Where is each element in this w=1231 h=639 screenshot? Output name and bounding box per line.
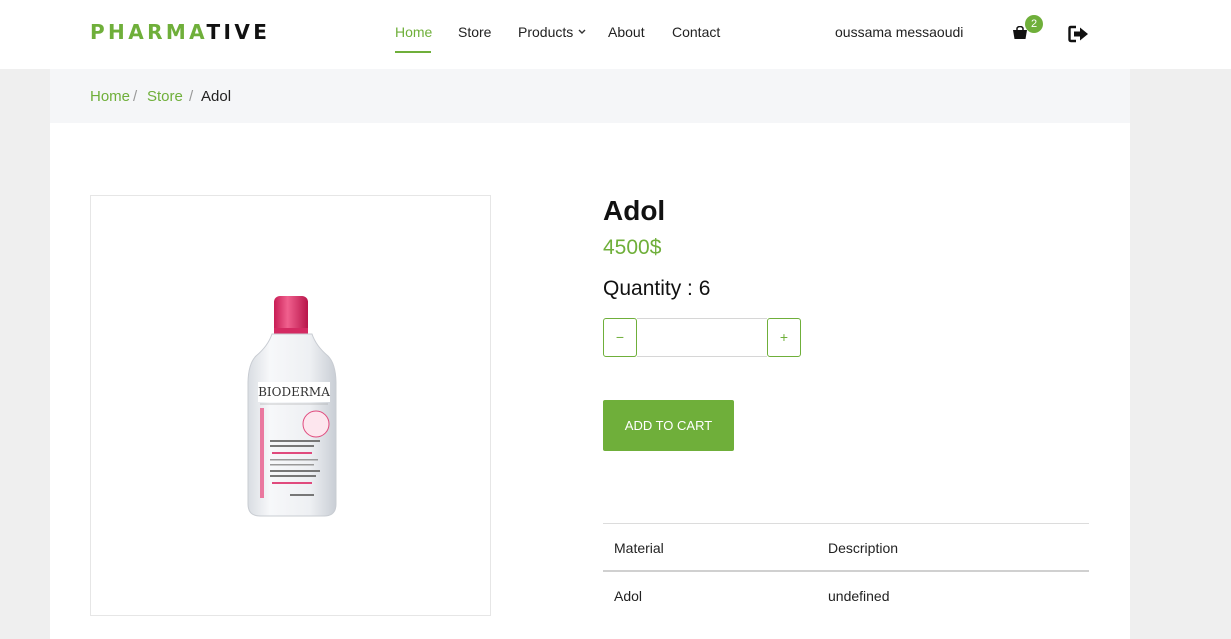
breadcrumb: Home / Store / Adol <box>50 69 1130 123</box>
product-price: 4500$ <box>603 236 662 259</box>
svg-text:BIODERMA: BIODERMA <box>258 385 330 399</box>
product-quantity-label: Quantity : 6 <box>603 277 711 300</box>
brand-logo-part1: PHARMA <box>90 20 207 44</box>
nav-store[interactable]: Store <box>458 23 491 41</box>
table-header-description: Description <box>828 540 899 556</box>
quantity-input[interactable] <box>637 318 767 357</box>
decrease-quantity-button[interactable]: − <box>603 318 637 357</box>
user-name[interactable]: oussama messaoudi <box>835 23 963 41</box>
nav-products[interactable]: Products <box>518 23 573 41</box>
table-header-material: Material <box>614 540 664 556</box>
table-cell-material: Adol <box>614 588 643 604</box>
nav-active-indicator <box>395 51 431 53</box>
brand-logo[interactable]: PHARMATIVE <box>90 21 270 43</box>
table-top-border <box>603 523 1089 524</box>
breadcrumb-store[interactable]: Store <box>147 88 183 106</box>
table-header-border <box>603 570 1089 572</box>
top-header: PHARMATIVE Home Store Products About Con… <box>0 0 1231 69</box>
breadcrumb-current: Adol <box>201 88 232 105</box>
product-title: Adol <box>603 195 666 226</box>
main-container: Home / Store / Adol BIODERMA Adol 4500$ … <box>50 69 1130 639</box>
logout-icon[interactable] <box>1068 25 1090 43</box>
brand-logo-part2: TIVE <box>206 20 271 44</box>
table-cell-description: undefined <box>828 588 890 604</box>
nav-contact[interactable]: Contact <box>672 23 720 41</box>
cart-count-badge: 2 <box>1025 15 1043 33</box>
quantity-stepper: − + <box>603 318 801 357</box>
nav-home[interactable]: Home <box>395 23 432 41</box>
product-image: BIODERMA <box>247 296 337 517</box>
add-to-cart-button[interactable]: ADD TO CART <box>603 400 734 451</box>
increase-quantity-button[interactable]: + <box>767 318 801 357</box>
breadcrumb-home[interactable]: Home <box>90 88 130 106</box>
breadcrumb-separator: / <box>189 88 194 105</box>
nav-about[interactable]: About <box>608 23 645 41</box>
breadcrumb-separator: / <box>133 88 138 105</box>
product-image-frame: BIODERMA <box>90 195 491 616</box>
chevron-down-icon[interactable] <box>577 26 587 36</box>
